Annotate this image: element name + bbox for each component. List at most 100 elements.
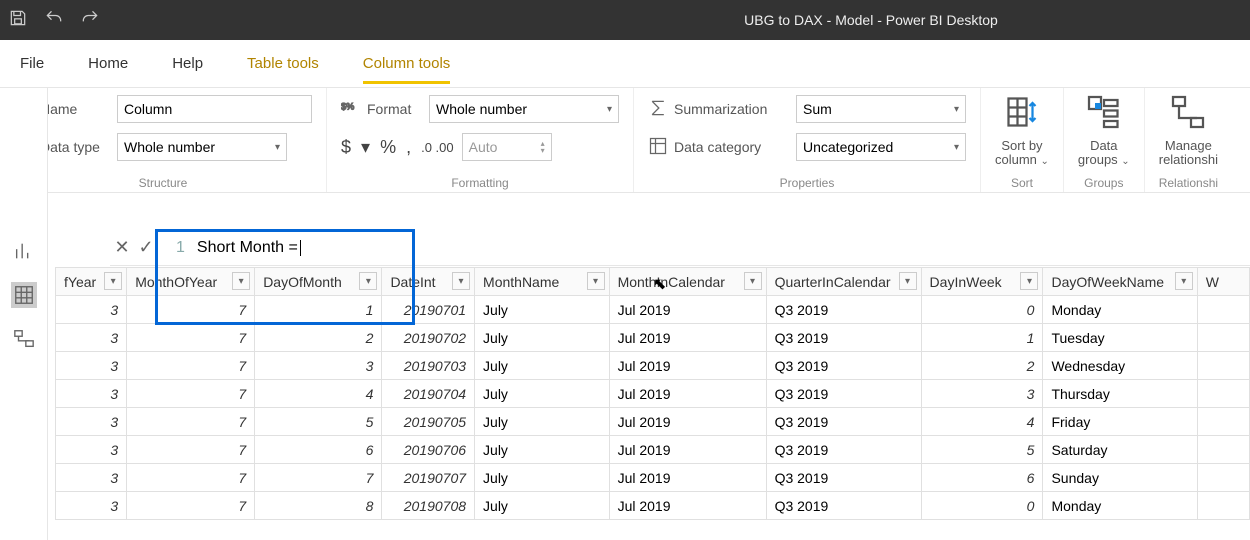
cell[interactable]: Q3 2019 <box>766 408 921 436</box>
cell[interactable]: Q3 2019 <box>766 296 921 324</box>
cell[interactable]: 2 <box>255 324 382 352</box>
column-filter-dropdown[interactable]: ▾ <box>359 272 377 290</box>
column-filter-dropdown[interactable]: ▾ <box>232 272 250 290</box>
cell[interactable]: 20190707 <box>382 464 475 492</box>
cell[interactable]: 4 <box>255 380 382 408</box>
menu-home[interactable]: Home <box>88 43 128 84</box>
column-header[interactable]: DayOfWeekName▾ <box>1043 268 1197 296</box>
column-header[interactable]: DayOfMonth▾ <box>255 268 382 296</box>
cell[interactable]: July <box>475 436 610 464</box>
cell[interactable]: 3 <box>921 380 1043 408</box>
cell[interactable]: 3 <box>56 324 127 352</box>
cell[interactable]: 2 <box>921 352 1043 380</box>
currency-chev-icon[interactable]: ▾ <box>361 137 370 158</box>
column-header[interactable]: fYear▾ <box>56 268 127 296</box>
cell[interactable]: July <box>475 296 610 324</box>
cell[interactable] <box>1197 324 1249 352</box>
cell[interactable]: Saturday <box>1043 436 1197 464</box>
manage-relationships-button[interactable]: Managerelationshi <box>1159 139 1218 168</box>
table-row[interactable]: 37720190707JulyJul 2019Q3 20196Sunday <box>56 464 1250 492</box>
cell[interactable]: July <box>475 464 610 492</box>
cell[interactable]: 20190702 <box>382 324 475 352</box>
undo-icon[interactable] <box>44 8 64 33</box>
cell[interactable]: Jul 2019 <box>609 492 766 520</box>
column-filter-dropdown[interactable]: ▾ <box>899 272 917 290</box>
formula-cancel-button[interactable]: ✕ <box>110 237 134 258</box>
column-header[interactable]: W <box>1197 268 1249 296</box>
cell[interactable]: 7 <box>127 408 255 436</box>
save-icon[interactable] <box>8 8 28 33</box>
cell[interactable]: 8 <box>255 492 382 520</box>
decimal-button[interactable]: .0 .00 <box>421 140 454 155</box>
column-filter-dropdown[interactable]: ▾ <box>744 272 762 290</box>
currency-button[interactable]: $ <box>341 137 351 158</box>
data-groups-button[interactable]: Datagroups ⌄ <box>1078 139 1130 168</box>
cell[interactable]: Jul 2019 <box>609 380 766 408</box>
cell[interactable]: Jul 2019 <box>609 324 766 352</box>
cell[interactable]: 0 <box>921 296 1043 324</box>
menu-file[interactable]: File <box>20 43 44 84</box>
cell[interactable]: 3 <box>255 352 382 380</box>
cell[interactable]: July <box>475 324 610 352</box>
cell[interactable]: 7 <box>127 492 255 520</box>
cell[interactable]: July <box>475 352 610 380</box>
cell[interactable]: 4 <box>921 408 1043 436</box>
table-row[interactable]: 37120190701JulyJul 2019Q3 20190Monday <box>56 296 1250 324</box>
cell[interactable]: 20190704 <box>382 380 475 408</box>
column-header[interactable]: MonthName▾ <box>475 268 610 296</box>
cell[interactable]: Q3 2019 <box>766 436 921 464</box>
column-filter-dropdown[interactable]: ▾ <box>1020 272 1038 290</box>
data-grid[interactable]: fYear▾MonthOfYear▾DayOfMonth▾DateInt▾Mon… <box>55 267 1250 520</box>
cell[interactable]: Monday <box>1043 492 1197 520</box>
cell[interactable]: 3 <box>56 380 127 408</box>
cell[interactable]: July <box>475 380 610 408</box>
cell[interactable] <box>1197 296 1249 324</box>
cell[interactable]: 7 <box>127 436 255 464</box>
cell[interactable]: 3 <box>56 352 127 380</box>
cell[interactable]: Thursday <box>1043 380 1197 408</box>
thousands-button[interactable]: , <box>406 137 411 158</box>
cell[interactable]: 20190703 <box>382 352 475 380</box>
column-filter-dropdown[interactable]: ▾ <box>587 272 605 290</box>
cell[interactable]: 3 <box>56 408 127 436</box>
menu-table-tools[interactable]: Table tools <box>247 43 319 84</box>
column-header[interactable]: MonthOfYear▾ <box>127 268 255 296</box>
data-groups-icon[interactable] <box>1086 94 1122 139</box>
cell[interactable]: 1 <box>255 296 382 324</box>
cell[interactable]: Q3 2019 <box>766 464 921 492</box>
cell[interactable]: July <box>475 408 610 436</box>
column-header[interactable]: QuarterInCalendar▾ <box>766 268 921 296</box>
cell[interactable]: Q3 2019 <box>766 492 921 520</box>
column-filter-dropdown[interactable]: ▾ <box>104 272 122 290</box>
decimals-input[interactable]: Auto▴▾ <box>462 133 552 161</box>
column-name-input[interactable] <box>117 95 312 123</box>
cell[interactable]: 3 <box>56 464 127 492</box>
cell[interactable] <box>1197 408 1249 436</box>
menu-help[interactable]: Help <box>172 43 203 84</box>
cell[interactable]: Jul 2019 <box>609 408 766 436</box>
cell[interactable]: 0 <box>921 492 1043 520</box>
formula-text[interactable]: Short Month = <box>197 239 298 257</box>
cell[interactable]: Jul 2019 <box>609 464 766 492</box>
cell[interactable]: 6 <box>255 436 382 464</box>
column-header[interactable]: DateInt▾ <box>382 268 475 296</box>
cell[interactable]: 20190705 <box>382 408 475 436</box>
cell[interactable]: 3 <box>56 436 127 464</box>
cell[interactable]: 3 <box>56 492 127 520</box>
cell[interactable]: Friday <box>1043 408 1197 436</box>
cell[interactable]: 7 <box>127 296 255 324</box>
cell[interactable] <box>1197 492 1249 520</box>
cell[interactable]: Jul 2019 <box>609 436 766 464</box>
cell[interactable]: Sunday <box>1043 464 1197 492</box>
category-select[interactable]: Uncategorized▾ <box>796 133 966 161</box>
table-row[interactable]: 37220190702JulyJul 2019Q3 20191Tuesday <box>56 324 1250 352</box>
cell[interactable]: 1 <box>921 324 1043 352</box>
cell[interactable]: 20190708 <box>382 492 475 520</box>
cell[interactable] <box>1197 464 1249 492</box>
percent-button[interactable]: % <box>380 137 396 158</box>
cell[interactable]: Tuesday <box>1043 324 1197 352</box>
cell[interactable]: July <box>475 492 610 520</box>
cell[interactable]: Q3 2019 <box>766 380 921 408</box>
cell[interactable]: 3 <box>56 296 127 324</box>
column-header[interactable]: MonthInCalendar▾ <box>609 268 766 296</box>
